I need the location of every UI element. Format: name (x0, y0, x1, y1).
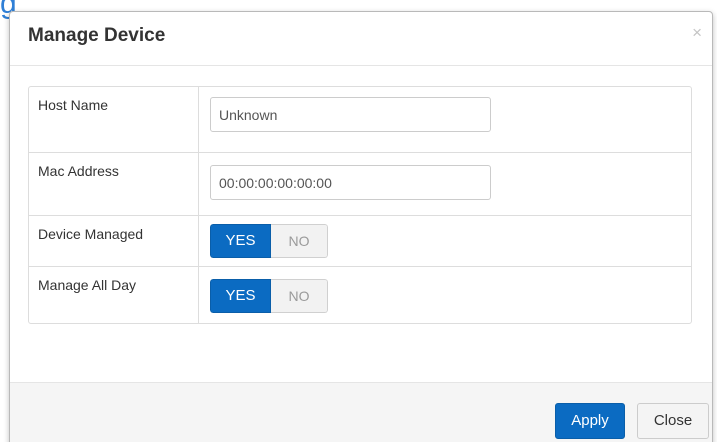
mac-address-row: Mac Address (29, 153, 691, 216)
device-managed-toggle[interactable]: YES NO (210, 224, 328, 258)
modal-header: Manage Device × (10, 12, 712, 66)
manage-all-day-toggle[interactable]: YES NO (210, 279, 328, 313)
device-managed-label: Device Managed (29, 216, 199, 266)
close-icon[interactable]: × (692, 24, 702, 41)
device-form: Host Name Mac Address Device Managed YES… (28, 86, 692, 324)
host-name-label: Host Name (29, 87, 199, 152)
manage-all-day-cell: YES NO (199, 267, 691, 323)
mac-address-input[interactable] (210, 165, 491, 200)
manage-device-modal: Manage Device × Host Name Mac Address De… (9, 11, 713, 442)
mac-address-cell (199, 153, 691, 215)
device-managed-no-button[interactable]: NO (271, 224, 328, 258)
device-managed-row: Device Managed YES NO (29, 216, 691, 267)
host-name-input[interactable] (210, 97, 491, 132)
manage-all-day-label: Manage All Day (29, 267, 199, 323)
manage-all-day-yes-button[interactable]: YES (210, 279, 271, 313)
device-managed-cell: YES NO (199, 216, 691, 266)
modal-title: Manage Device (28, 25, 166, 46)
host-name-row: Host Name (29, 87, 691, 153)
manage-all-day-row: Manage All Day YES NO (29, 267, 691, 323)
device-managed-yes-button[interactable]: YES (210, 224, 271, 258)
apply-button[interactable]: Apply (555, 403, 625, 439)
manage-all-day-no-button[interactable]: NO (271, 279, 328, 313)
mac-address-label: Mac Address (29, 153, 199, 215)
close-button[interactable]: Close (637, 403, 709, 439)
host-name-cell (199, 87, 691, 152)
page: g Manage Device × Host Name Mac Address … (0, 0, 717, 442)
modal-footer: Apply Close (10, 382, 712, 442)
